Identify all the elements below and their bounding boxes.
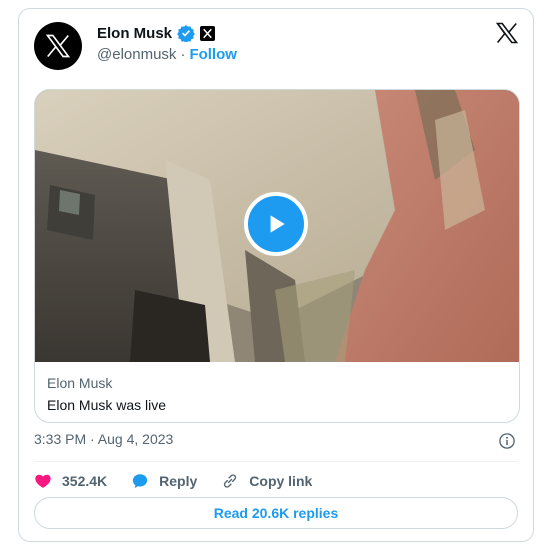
author-handle[interactable]: @elonmusk <box>97 46 176 63</box>
reply-button[interactable]: Reply <box>131 472 197 490</box>
separator-dot: · <box>180 46 186 63</box>
verified-badge-icon <box>177 25 195 42</box>
media-card-author: Elon Musk <box>47 375 113 391</box>
play-icon <box>270 215 285 233</box>
reply-icon <box>133 474 148 488</box>
info-icon[interactable] <box>498 432 516 450</box>
media-card[interactable]: Elon Musk Elon Musk was live <box>34 89 520 423</box>
copy-link-label: Copy link <box>249 473 313 489</box>
like-count: 352.4K <box>62 473 108 489</box>
tweet-timestamp[interactable]: 3:33 PM · Aug 4, 2023 <box>34 431 173 447</box>
tweet-card: Elon Musk @elonmusk · Follow Elon Musk E… <box>18 8 534 542</box>
reply-label: Reply <box>159 473 198 489</box>
author-name-row: Elon Musk <box>97 24 216 42</box>
media-card-title: Elon Musk was live <box>47 397 167 413</box>
avatar[interactable] <box>34 22 82 70</box>
divider <box>34 461 518 462</box>
affiliate-x-icon[interactable] <box>200 25 216 41</box>
x-avatar-icon <box>45 34 71 58</box>
author-handle-row: @elonmusk · Follow <box>97 46 237 63</box>
like-button[interactable]: 352.4K <box>34 472 107 490</box>
media-card-footer: Elon Musk Elon Musk was live <box>35 362 519 422</box>
author-display-name[interactable]: Elon Musk <box>97 25 172 42</box>
read-replies-button[interactable]: Read 20.6K replies <box>34 497 518 529</box>
action-bar: 352.4K Reply Copy link <box>34 470 336 492</box>
copy-link-button[interactable]: Copy link <box>221 472 312 490</box>
link-icon <box>224 474 237 488</box>
play-button[interactable] <box>244 192 308 256</box>
heart-icon <box>35 474 51 488</box>
follow-button[interactable]: Follow <box>189 46 237 63</box>
x-logo-icon[interactable] <box>495 21 519 45</box>
video-player[interactable] <box>35 90 519 362</box>
